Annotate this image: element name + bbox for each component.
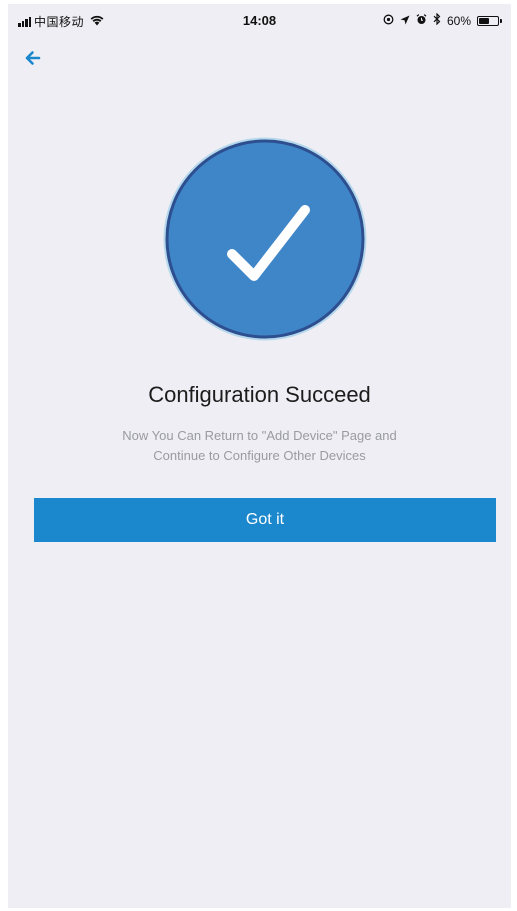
success-message-line-1: Now You Can Return to "Add Device" Page … xyxy=(122,428,397,443)
status-bar: 中国移动 14:08 60% xyxy=(8,4,511,38)
status-bar-right: 60% xyxy=(383,12,502,28)
success-message-line-2: Continue to Configure Other Devices xyxy=(153,448,366,463)
battery-icon xyxy=(477,15,502,26)
back-button[interactable] xyxy=(22,48,44,68)
navigation-arrow-icon xyxy=(400,14,410,28)
app-screen: 中国移动 14:08 60% Configuration Succeed Now… xyxy=(8,4,511,908)
location-icon xyxy=(383,14,394,28)
success-message: Now You Can Return to "Add Device" Page … xyxy=(68,426,451,466)
bluetooth-icon xyxy=(433,12,441,28)
success-title: Configuration Succeed xyxy=(148,382,371,407)
success-badge xyxy=(162,136,368,342)
battery-fill xyxy=(479,17,489,24)
alarm-icon xyxy=(416,13,427,28)
battery-percent: 60% xyxy=(446,13,471,28)
got-it-button[interactable]: Got it xyxy=(34,498,496,542)
arrow-left-icon xyxy=(25,51,41,65)
